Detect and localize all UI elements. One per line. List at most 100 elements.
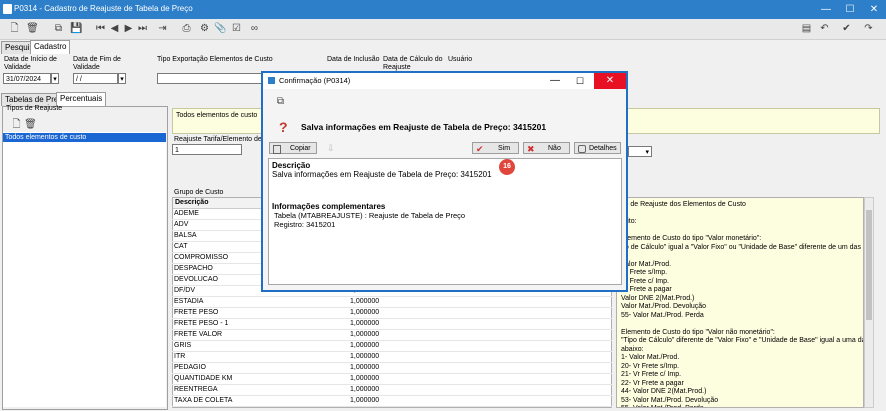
table-row[interactable]: ESTADIA 1,000000 [172, 297, 612, 308]
note-line: 53- Valor Mat./Prod. Devolução [621, 396, 719, 404]
question-icon: ? [279, 119, 288, 135]
dialog-copy-toolbar-icon[interactable]: ⧉ [274, 95, 287, 108]
note-line: 55- Valor Mat./Prod. Perda [621, 311, 704, 319]
scrollbar-thumb[interactable] [866, 210, 872, 320]
col-descricao[interactable]: Descrição [175, 199, 208, 206]
dialog-close-button[interactable]: ✕ [594, 73, 626, 89]
last-record-icon[interactable]: ⏭ [136, 22, 149, 35]
new-icon[interactable]: 🗋 [8, 22, 21, 35]
note-line: "Tipo de Cálculo" diferente de "Valor Fi… [621, 337, 863, 344]
desc-heading: Descrição [272, 161, 311, 170]
cell-descricao: DEVOLUCAO [174, 276, 218, 283]
table-row[interactable]: FRETE PESO - 1 1,000000 [172, 319, 612, 330]
close-button[interactable]: ✕ [862, 0, 886, 19]
cell-percentual: 1,000000 [350, 331, 380, 338]
cell-percentual: 1,000000 [350, 353, 380, 360]
tipo-exportacao-field[interactable] [157, 73, 263, 84]
check-icon[interactable]: ☑ [230, 22, 243, 35]
sim-button[interactable]: ✔ Sim [472, 142, 519, 154]
redo-icon[interactable]: ↷ [862, 22, 875, 35]
tipos-reajuste-list [3, 132, 166, 407]
first-record-icon[interactable]: ⏮ [94, 22, 107, 35]
cell-percentual: 1,000000 [350, 386, 380, 393]
notes-panel: as de Reajuste dos Elementos de Custo rei… [616, 197, 864, 408]
table-row[interactable]: QUANTIDADE KM 1,000000 [172, 374, 612, 385]
nao-button[interactable]: ✖ Não [523, 142, 570, 154]
cell-percentual: 1,000000 [350, 342, 380, 349]
note-line: po de Cálculo" igual a "Valor Fixo" ou "… [621, 243, 864, 251]
fim-validade-label: Data de Fim de Validade [73, 56, 121, 71]
table-row[interactable]: FRETE VALOR 1,000000 [172, 330, 612, 341]
copy-record-icon[interactable]: ⧉ [52, 22, 65, 35]
cell-descricao: PEDAGIO [174, 364, 206, 371]
tipo-exportacao-label: Tipo Exportação Elementos de Custo [157, 56, 273, 63]
dialog-maximize-button[interactable]: ☐ [568, 73, 592, 89]
approve-icon[interactable]: ✔ [840, 22, 853, 35]
data-calculo-label: Data de Cálculo do Reajuste [383, 56, 443, 71]
selected-type-text: Todos elementos de custo [176, 112, 258, 119]
detalhes-button[interactable]: Detalhes [574, 142, 621, 154]
tipo-dropdown[interactable]: ▾ [628, 146, 652, 157]
note-line: 21- Vr Frete c/ Imp. [621, 371, 682, 378]
settings-icon[interactable]: ⚙ [198, 22, 211, 35]
cell-descricao: DF/DV [174, 287, 195, 294]
table-row[interactable]: FRETE PESO 1,000000 [172, 308, 612, 319]
cell-descricao: TAXA DE COLETA [174, 397, 233, 404]
export-icon[interactable]: ⇥ [156, 22, 169, 35]
cell-descricao: FRETE PESO - 1 [174, 320, 229, 327]
new-type-icon[interactable]: 🗋 [10, 118, 23, 131]
maximize-button[interactable]: ☐ [838, 0, 862, 19]
app-icon [3, 4, 12, 14]
inicio-validade-field[interactable]: 31/07/2024 [3, 73, 51, 84]
arrow-icon: ⇩ [327, 143, 335, 153]
tarifa-field[interactable]: 1 [172, 144, 242, 155]
window-title: P0314 - Cadastro de Reajuste de Tabela d… [14, 4, 193, 13]
cell-percentual: 1,000000 [350, 364, 380, 371]
tarifa-label: Reajuste Tarifa/Elemento de Cu [174, 136, 273, 143]
window-title-bar: P0314 - Cadastro de Reajuste de Tabela d… [0, 0, 886, 19]
dialog-app-icon [268, 77, 275, 84]
cell-descricao: BALSA [174, 232, 197, 239]
next-record-icon[interactable]: ▶ [122, 22, 135, 35]
note-line: Elemento de Custo do tipo "Valor não mon… [621, 328, 775, 336]
list-item[interactable]: Todos elementos de custo [3, 133, 166, 142]
tab-cadastro[interactable]: Cadastro [30, 40, 71, 54]
fim-validade-dropdown[interactable]: ▾ [118, 73, 126, 84]
inicio-validade-dropdown[interactable]: ▾ [51, 73, 59, 84]
notes-scrollbar[interactable] [864, 197, 874, 408]
cell-descricao: QUANTIDADE KM [174, 375, 233, 382]
cell-percentual: 1,000000 [350, 320, 380, 327]
cell-percentual: 1,000000 [350, 298, 380, 305]
print-icon[interactable]: ⎙ [180, 22, 193, 35]
dialog-title: Confirmação (P0314) [279, 76, 351, 85]
nao-label: Não [548, 145, 561, 152]
note-line: 1- Valor Mat./Prod. [621, 354, 680, 361]
delete-type-icon[interactable]: 🗑 [24, 118, 37, 131]
save-icon[interactable]: 💾 [70, 22, 83, 35]
table-row[interactable]: GRIS 1,000000 [172, 341, 612, 352]
tipos-reajuste-title: Tipos de Reajuste [6, 105, 63, 112]
table-row[interactable]: ITR 1,000000 [172, 352, 612, 363]
cell-descricao: ITR [174, 353, 186, 360]
table-row[interactable]: PEDAGIO 1,000000 [172, 363, 612, 374]
inicio-validade-label: Data de Início de Validade [4, 56, 57, 71]
fim-validade-field[interactable]: / / [73, 73, 118, 84]
copy-icon [273, 145, 281, 154]
prev-record-icon[interactable]: ◀ [108, 22, 121, 35]
tab-percentuais[interactable]: Percentuais [56, 92, 107, 106]
report-icon[interactable]: ▤ [800, 22, 813, 35]
table-row[interactable]: REENTREGA 1,000000 [172, 385, 612, 396]
table-row[interactable]: TAXA DE COLETA 1,000000 [172, 396, 612, 407]
copiar-button[interactable]: Copiar [269, 142, 317, 154]
cell-descricao: ADV [174, 221, 189, 228]
link-icon[interactable]: ∞ [248, 22, 261, 35]
undo-icon[interactable]: ↶ [818, 22, 831, 35]
dialog-minimize-button[interactable]: — [543, 73, 567, 89]
attach-icon[interactable]: 📎 [214, 22, 227, 35]
note-line: Valor DNE 2(Mat.Prod.) [621, 294, 695, 302]
delete-icon[interactable]: 🗑 [26, 22, 39, 35]
minimize-button[interactable]: — [814, 0, 838, 19]
data-inclusao-label: Data de Inclusão [327, 56, 380, 63]
sim-label: Sim [498, 145, 511, 152]
info-line-2: Registro: 3415201 [274, 220, 336, 229]
